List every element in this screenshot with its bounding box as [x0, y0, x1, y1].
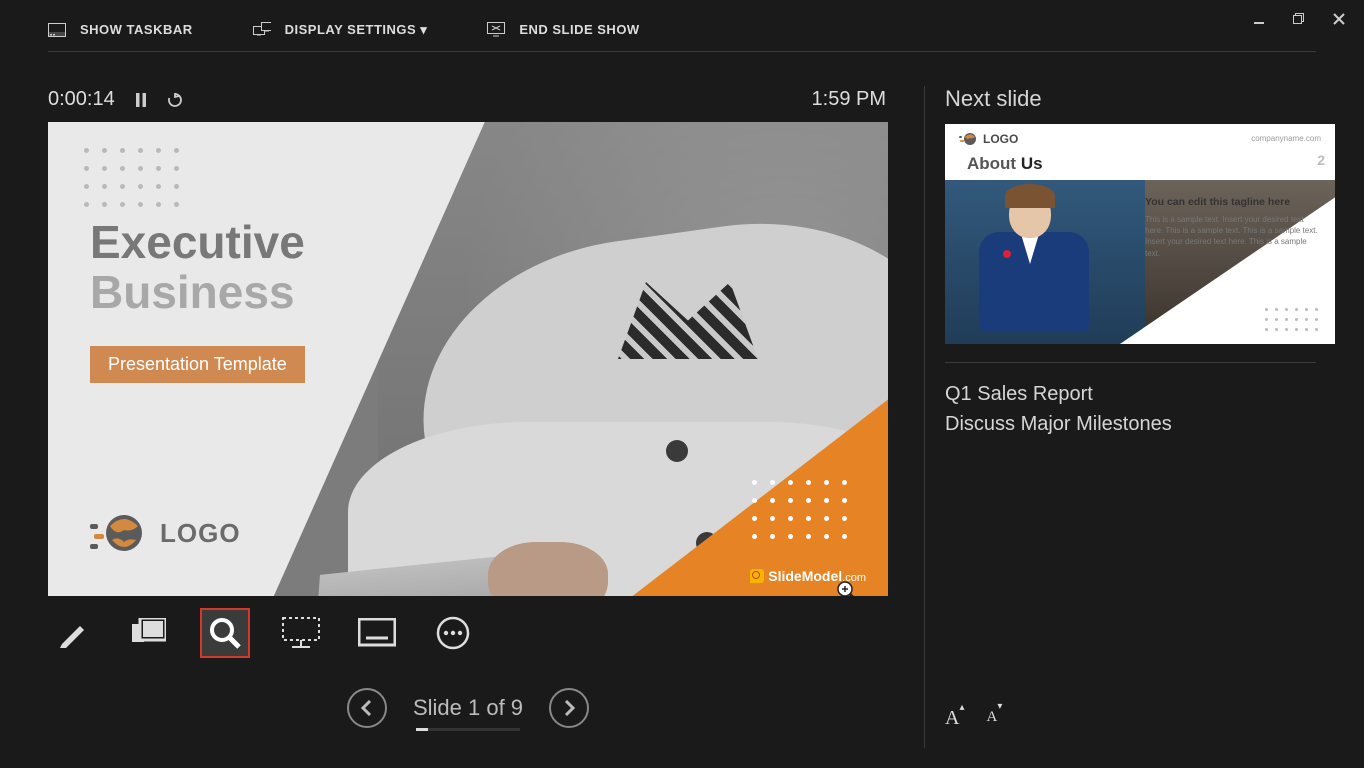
next-slide-number: 2: [1317, 152, 1325, 168]
decorative-dots: [752, 480, 852, 544]
decorative-dots: [1265, 308, 1321, 334]
taskbar-icon: [48, 22, 66, 38]
pause-timer-button[interactable]: [133, 92, 149, 108]
elapsed-timer: 0:00:14: [48, 88, 115, 111]
end-show-icon: [487, 22, 505, 38]
slide-progress-track: [416, 728, 520, 731]
end-slideshow-button[interactable]: END SLIDE SHOW: [487, 22, 639, 38]
next-slide-logo: LOGO: [959, 132, 1018, 146]
black-screen-button[interactable]: [276, 608, 326, 658]
next-slide-button[interactable]: [549, 688, 589, 728]
display-settings-button[interactable]: DISPLAY SETTINGS ▾: [253, 22, 428, 38]
photo-illustration: [666, 440, 688, 462]
next-slide-preview[interactable]: LOGO companyname.com 2 About Us You can …: [945, 124, 1335, 344]
restart-timer-button[interactable]: [167, 92, 183, 108]
pen-tool-button[interactable]: [48, 608, 98, 658]
speaker-notes: Q1 Sales Report Discuss Major Milestones: [945, 362, 1316, 439]
display-settings-icon: [253, 22, 271, 38]
zoom-tool-button[interactable]: [200, 608, 250, 658]
next-slide-title: About Us: [967, 154, 1043, 174]
slide-logo: LOGO: [90, 510, 241, 556]
next-slide-header: Next slide: [945, 86, 1316, 112]
next-slide-text: You can edit this tagline here This is a…: [1145, 196, 1321, 259]
photo-illustration: [488, 542, 608, 596]
show-taskbar-label: SHOW TASKBAR: [80, 22, 193, 37]
slide-counter: Slide 1 of 9: [413, 695, 523, 721]
current-slide-preview[interactable]: Executive Business Presentation Template…: [48, 122, 888, 596]
subtitles-button[interactable]: [352, 608, 402, 658]
see-all-slides-button[interactable]: [124, 608, 174, 658]
decorative-dots: [84, 148, 184, 212]
globe-logo-icon: [90, 510, 146, 556]
photo-illustration: [618, 282, 758, 402]
decrease-font-button[interactable]: A▾: [986, 707, 1002, 730]
window-close-button[interactable]: [1332, 12, 1346, 26]
previous-slide-button[interactable]: [347, 688, 387, 728]
increase-font-button[interactable]: A▴: [945, 707, 964, 730]
slide-subtitle: Presentation Template: [90, 346, 305, 383]
next-slide-photo: [945, 180, 1145, 344]
end-slideshow-label: END SLIDE SHOW: [519, 22, 639, 37]
slidemodel-icon: [750, 569, 764, 583]
slide-progress-fill: [416, 728, 428, 731]
presenter-toolbar: SHOW TASKBAR DISPLAY SETTINGS ▾ END SLID…: [48, 22, 1316, 52]
more-options-button[interactable]: [428, 608, 478, 658]
slide-title: Executive Business: [90, 218, 305, 317]
current-time: 1:59 PM: [812, 88, 886, 111]
display-settings-label: DISPLAY SETTINGS ▾: [285, 22, 428, 38]
magnifier-cursor-icon: [836, 580, 858, 596]
next-slide-company: companyname.com: [1251, 134, 1321, 143]
show-taskbar-button[interactable]: SHOW TASKBAR: [48, 22, 193, 38]
